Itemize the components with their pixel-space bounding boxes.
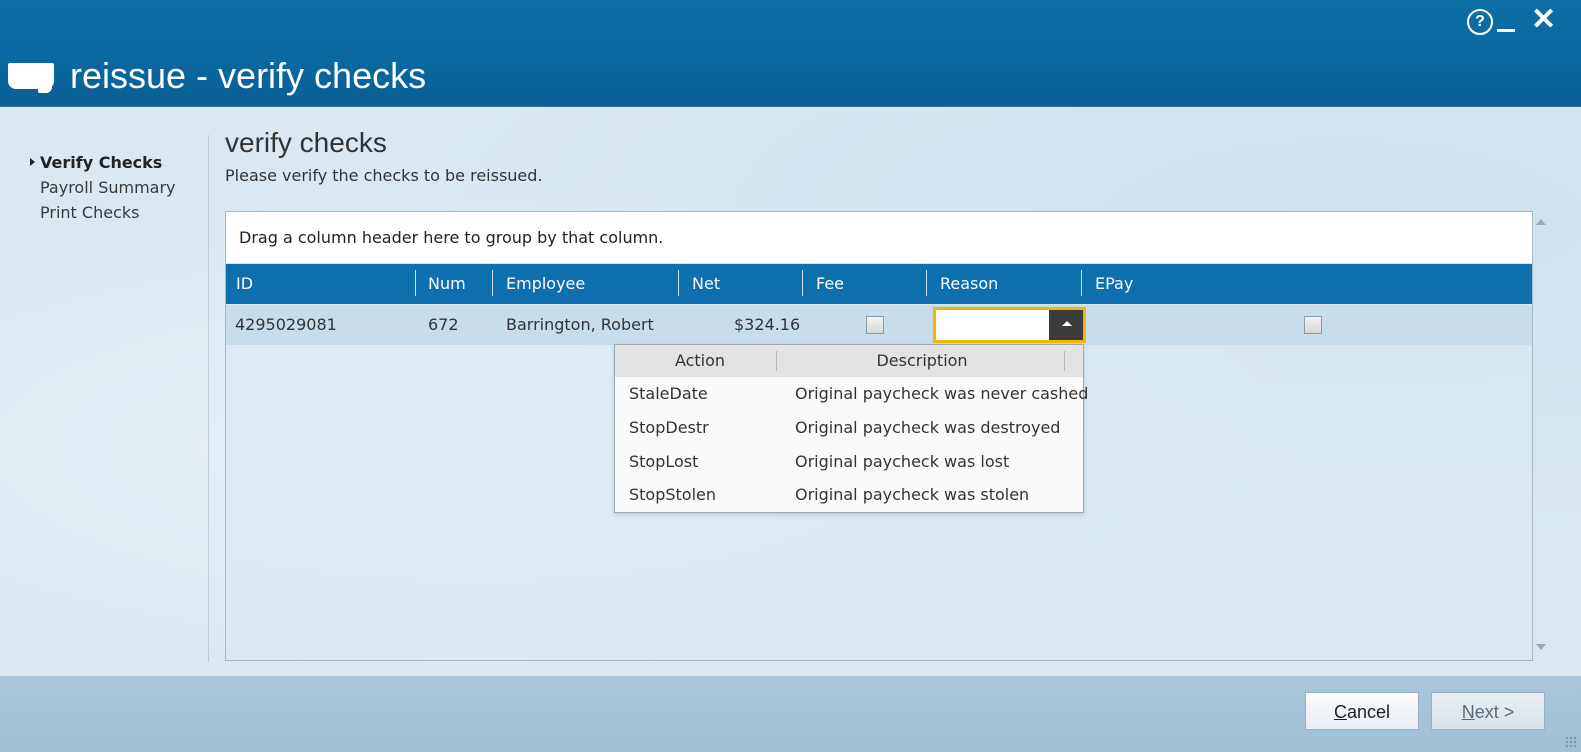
cell-net: $324.16 [734, 315, 801, 334]
next-button[interactable]: Next > [1431, 692, 1545, 730]
cell-id: 4295029081 [235, 315, 337, 334]
option-description: Original paycheck was stolen [795, 485, 1030, 504]
title-bar: reissue - verify checks ? ✕ [0, 0, 1581, 107]
cell-employee: Barrington, Robert [506, 315, 654, 334]
column-divider[interactable] [678, 270, 679, 296]
dropdown-option-stopstolen[interactable]: StopStolen Original paycheck was stolen [615, 478, 1083, 511]
column-header-net[interactable]: Net [682, 264, 802, 304]
window-title: reissue - verify checks [70, 55, 427, 96]
dropdown-header: Action Description [615, 345, 1083, 377]
group-by-hint: Drag a column header here to group by th… [239, 228, 664, 247]
table-row[interactable]: 4295029081 672 Barrington, Robert $324.1… [226, 305, 1532, 345]
dropdown-option-staledate[interactable]: StaleDate Original paycheck was never ca… [615, 377, 1088, 410]
epay-checkbox[interactable] [1304, 316, 1322, 334]
column-divider[interactable] [415, 270, 416, 296]
grid-scrollbar[interactable] [1532, 211, 1550, 661]
dropdown-option-stoplost[interactable]: StopLost Original paycheck was lost [615, 445, 1083, 478]
cancel-accelerator: C [1333, 702, 1347, 722]
fee-checkbox[interactable] [866, 316, 884, 334]
option-action: StopLost [629, 452, 699, 471]
option-description: Original paycheck was destroyed [795, 418, 1061, 437]
column-divider[interactable] [926, 270, 927, 296]
page-title: verify checks [225, 127, 387, 158]
reason-combobox[interactable] [933, 307, 1086, 343]
reason-dropdown-list: Action Description StaleDate Original pa… [614, 344, 1088, 513]
column-header-id[interactable]: ID [226, 264, 416, 304]
option-action: StaleDate [629, 384, 708, 403]
column-header-num[interactable]: Num [418, 264, 493, 304]
scroll-down-icon[interactable] [1536, 644, 1546, 650]
footer-bar: Cancel Next > [0, 676, 1581, 752]
app-logo-icon [8, 63, 54, 93]
grid-header-row: ID Num Employee Net Fee Reason EPay [226, 264, 1532, 304]
column-header-reason[interactable]: Reason [930, 264, 1080, 304]
nav-item-verify-checks[interactable]: Verify Checks [28, 150, 176, 175]
column-divider[interactable] [802, 270, 803, 296]
wizard-steps-nav: Verify Checks Payroll Summary Print Chec… [28, 150, 176, 225]
column-divider[interactable] [1081, 270, 1082, 296]
option-description: Original paycheck was lost [795, 452, 1010, 471]
minimize-icon[interactable] [1497, 10, 1517, 34]
resize-grip-icon[interactable] [1565, 736, 1577, 748]
option-action: StopDestr [629, 418, 709, 437]
page-subtitle: Please verify the checks to be reissued. [225, 166, 543, 185]
help-icon[interactable]: ? [1467, 9, 1493, 35]
dropdown-toggle-icon[interactable] [1049, 310, 1083, 340]
scroll-up-icon[interactable] [1536, 219, 1546, 225]
reason-input[interactable] [936, 310, 1052, 342]
sidebar-divider [208, 135, 209, 662]
dropdown-header-action[interactable]: Action [615, 345, 785, 377]
cancel-label: ancel [1346, 702, 1391, 722]
cell-num: 672 [428, 315, 459, 334]
column-divider[interactable] [1064, 351, 1065, 371]
option-action: StopStolen [629, 485, 717, 504]
next-accelerator: N [1461, 702, 1475, 722]
column-header-employee[interactable]: Employee [496, 264, 678, 304]
column-header-epay[interactable]: EPay [1085, 264, 1385, 304]
cancel-button[interactable]: Cancel [1305, 692, 1419, 730]
option-description: Original paycheck was never cashed [795, 384, 1089, 403]
nav-item-print-checks[interactable]: Print Checks [28, 200, 176, 225]
dropdown-option-stopdestr[interactable]: StopDestr Original paycheck was destroye… [615, 411, 1083, 444]
group-by-panel[interactable]: Drag a column header here to group by th… [226, 212, 1532, 264]
next-label: ext > [1474, 702, 1515, 722]
column-divider[interactable] [492, 270, 493, 296]
dropdown-header-description[interactable]: Description [777, 345, 1067, 377]
nav-item-payroll-summary[interactable]: Payroll Summary [28, 175, 176, 200]
column-header-fee[interactable]: Fee [806, 264, 926, 304]
close-icon[interactable]: ✕ [1531, 4, 1556, 36]
